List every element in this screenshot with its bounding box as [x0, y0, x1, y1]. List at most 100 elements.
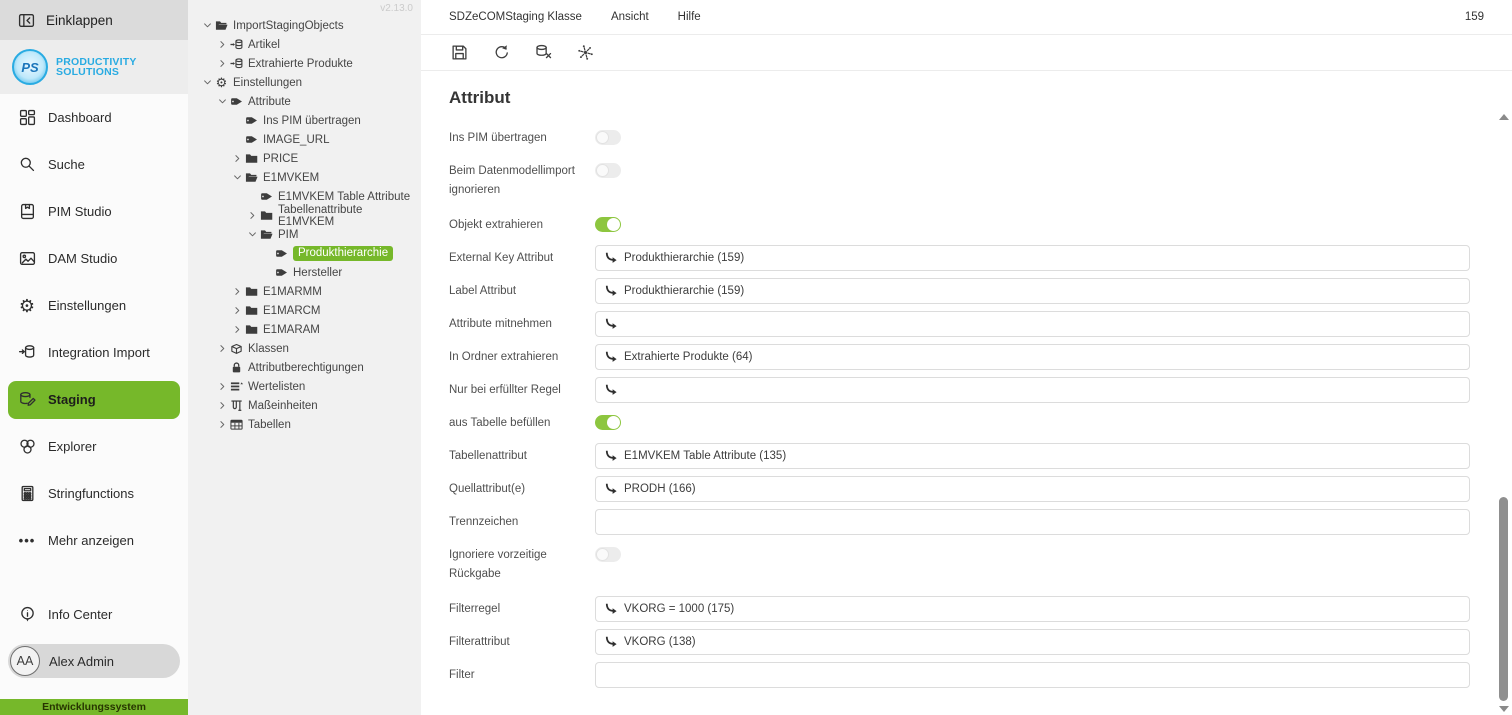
ins-pim-bertragen-toggle[interactable]	[595, 130, 621, 145]
tree-node-attributberechtigungen[interactable]: Attributberechtigungen	[188, 358, 421, 377]
menu-ansicht[interactable]: Ansicht	[611, 11, 649, 23]
revert-button[interactable]	[490, 42, 512, 64]
chevron-right-icon[interactable]	[216, 38, 229, 51]
import-object-icon	[230, 57, 243, 70]
tree-node-ins-pim-bertragen[interactable]: Ins PIM übertragen	[188, 111, 421, 130]
tree-node-produkthierarchie[interactable]: Produkthierarchie	[188, 244, 421, 263]
tree-spacer	[261, 247, 274, 260]
field-label: Tabellenattribut	[449, 443, 595, 469]
objekt-extrahieren-toggle[interactable]	[595, 217, 621, 232]
reference-arrow-icon	[605, 351, 617, 363]
chevron-down-icon[interactable]	[246, 228, 259, 241]
chevron-right-icon[interactable]	[216, 399, 229, 412]
sidebar-item-label: PIM Studio	[48, 204, 112, 219]
tree-node-attribute[interactable]: Attribute	[188, 92, 421, 111]
tree-node-label: ImportStagingObjects	[233, 20, 344, 32]
sidebar: Einklappen PS PRODUCTIVITY SOLUTIONS Das…	[0, 0, 188, 715]
database-clear-button[interactable]	[532, 42, 554, 64]
collapse-sidebar-button[interactable]: Einklappen	[0, 0, 188, 40]
tree-node-klassen[interactable]: Klassen	[188, 339, 421, 358]
chevron-down-icon[interactable]	[216, 95, 229, 108]
tree-node-label: Maßeinheiten	[248, 400, 318, 412]
sidebar-item-integration-import[interactable]: Integration Import	[0, 329, 188, 376]
tree-node-price[interactable]: PRICE	[188, 149, 421, 168]
field-label: Objekt extrahieren	[449, 212, 595, 238]
reference-arrow-icon	[605, 318, 617, 330]
chevron-right-icon[interactable]	[216, 418, 229, 431]
scroll-down-arrow[interactable]	[1499, 706, 1509, 712]
tree-node-tabellenattribute-e1mvkem[interactable]: Tabellenattribute E1MVKEM	[188, 206, 421, 225]
chevron-right-icon[interactable]	[216, 380, 229, 393]
menu-hilfe[interactable]: Hilfe	[678, 11, 701, 23]
in-ordner-extrahieren-input[interactable]: Extrahierte Produkte (64)	[595, 344, 1470, 370]
main-panel: SDZeCOMStaging Klasse Ansicht Hilfe 159 …	[421, 0, 1512, 715]
chevron-right-icon[interactable]	[231, 285, 244, 298]
filterregel-input[interactable]: VKORG = 1000 (175)	[595, 596, 1470, 622]
chevron-down-icon[interactable]	[231, 171, 244, 184]
filter-input[interactable]	[595, 662, 1470, 688]
sidebar-item-explorer[interactable]: Explorer	[0, 423, 188, 470]
tree-node-e1maram[interactable]: E1MARAM	[188, 320, 421, 339]
tree-node-image-url[interactable]: IMAGE_URL	[188, 130, 421, 149]
reference-arrow-icon	[605, 285, 617, 297]
reference-arrow-icon	[605, 252, 617, 264]
scroll-up-arrow[interactable]	[1499, 114, 1509, 120]
sidebar-item-dashboard[interactable]: Dashboard	[0, 94, 188, 141]
sidebar-item-suche[interactable]: Suche	[0, 141, 188, 188]
app-version: v2.13.0	[380, 3, 413, 14]
menu-staging-klasse[interactable]: SDZeCOMStaging Klasse	[449, 11, 582, 23]
chevron-right-icon[interactable]	[231, 323, 244, 336]
tree-node-einstellungen[interactable]: ⚙Einstellungen	[188, 73, 421, 92]
chevron-right-icon[interactable]	[246, 209, 259, 222]
vertical-scrollbar[interactable]	[1497, 110, 1510, 715]
chevron-down-icon[interactable]	[201, 76, 214, 89]
tree-node-pim[interactable]: PIM	[188, 225, 421, 244]
sidebar-item-einstellungen[interactable]: ⚙Einstellungen	[0, 282, 188, 329]
quellattribut-e-input[interactable]: PRODH (166)	[595, 476, 1470, 502]
sidebar-item-info-center[interactable]: Info Center	[0, 591, 188, 638]
attribute-mitnehmen-input[interactable]	[595, 311, 1470, 337]
tree-spacer	[231, 133, 244, 146]
tree-node-hersteller[interactable]: Hersteller	[188, 263, 421, 282]
sidebar-item-stringfunctions[interactable]: Stringfunctions	[0, 470, 188, 517]
filterattribut-input[interactable]: VKORG (138)	[595, 629, 1470, 655]
sidebar-item-mehr-anzeigen[interactable]: •••Mehr anzeigen	[0, 517, 188, 564]
tree-node-importstagingobjects[interactable]: ImportStagingObjects	[188, 16, 421, 35]
nur-bei-erf-llter-regel-input[interactable]	[595, 377, 1470, 403]
form-row-aus-tabelle-bef-llen: aus Tabelle befüllen	[449, 410, 1470, 436]
sidebar-item-pim-studio[interactable]: PIM Studio	[0, 188, 188, 235]
tag-icon	[275, 247, 288, 260]
folder-icon	[245, 152, 258, 165]
tree-node-e1marcm[interactable]: E1MARCM	[188, 301, 421, 320]
trennzeichen-input[interactable]	[595, 509, 1470, 535]
beim-datenmodellimport-toggle[interactable]	[595, 163, 621, 178]
tree-node-tabellen[interactable]: Tabellen	[188, 415, 421, 434]
sidebar-item-label: Dashboard	[48, 110, 112, 125]
chevron-right-icon[interactable]	[231, 304, 244, 317]
tree-node-e1mvkem[interactable]: E1MVKEM	[188, 168, 421, 187]
ignoriere-vorzeitige-toggle[interactable]	[595, 547, 621, 562]
chevron-right-icon[interactable]	[231, 152, 244, 165]
tabellenattribut-input[interactable]: E1MVKEM Table Attribute (135)	[595, 443, 1470, 469]
tree-node-extrahierte-produkte[interactable]: Extrahierte Produkte	[188, 54, 421, 73]
field-label: Filterattribut	[449, 629, 595, 655]
tree-node-ma-einheiten[interactable]: Maßeinheiten	[188, 396, 421, 415]
chevron-down-icon[interactable]	[201, 19, 214, 32]
chevron-right-icon[interactable]	[216, 342, 229, 355]
input-value: VKORG (138)	[624, 636, 696, 648]
scrollbar-thumb[interactable]	[1499, 497, 1508, 701]
save-button[interactable]	[448, 42, 470, 64]
field-label: External Key Attribut	[449, 245, 595, 271]
field-label: Beim Datenmodellimportignorieren	[449, 158, 595, 200]
user-menu[interactable]: AA Alex Admin	[8, 644, 180, 678]
external-key-attribut-input[interactable]: Produkthierarchie (159)	[595, 245, 1470, 271]
sidebar-item-dam-studio[interactable]: DAM Studio	[0, 235, 188, 282]
tree-node-wertelisten[interactable]: Wertelisten	[188, 377, 421, 396]
sidebar-item-staging[interactable]: Staging	[8, 381, 180, 419]
tree-node-e1marmm[interactable]: E1MARMM	[188, 282, 421, 301]
chevron-right-icon[interactable]	[216, 57, 229, 70]
label-attribut-input[interactable]: Produkthierarchie (159)	[595, 278, 1470, 304]
aus-tabelle-bef-llen-toggle[interactable]	[595, 415, 621, 430]
tree-node-artikel[interactable]: Artikel	[188, 35, 421, 54]
flatten-button[interactable]	[574, 42, 596, 64]
